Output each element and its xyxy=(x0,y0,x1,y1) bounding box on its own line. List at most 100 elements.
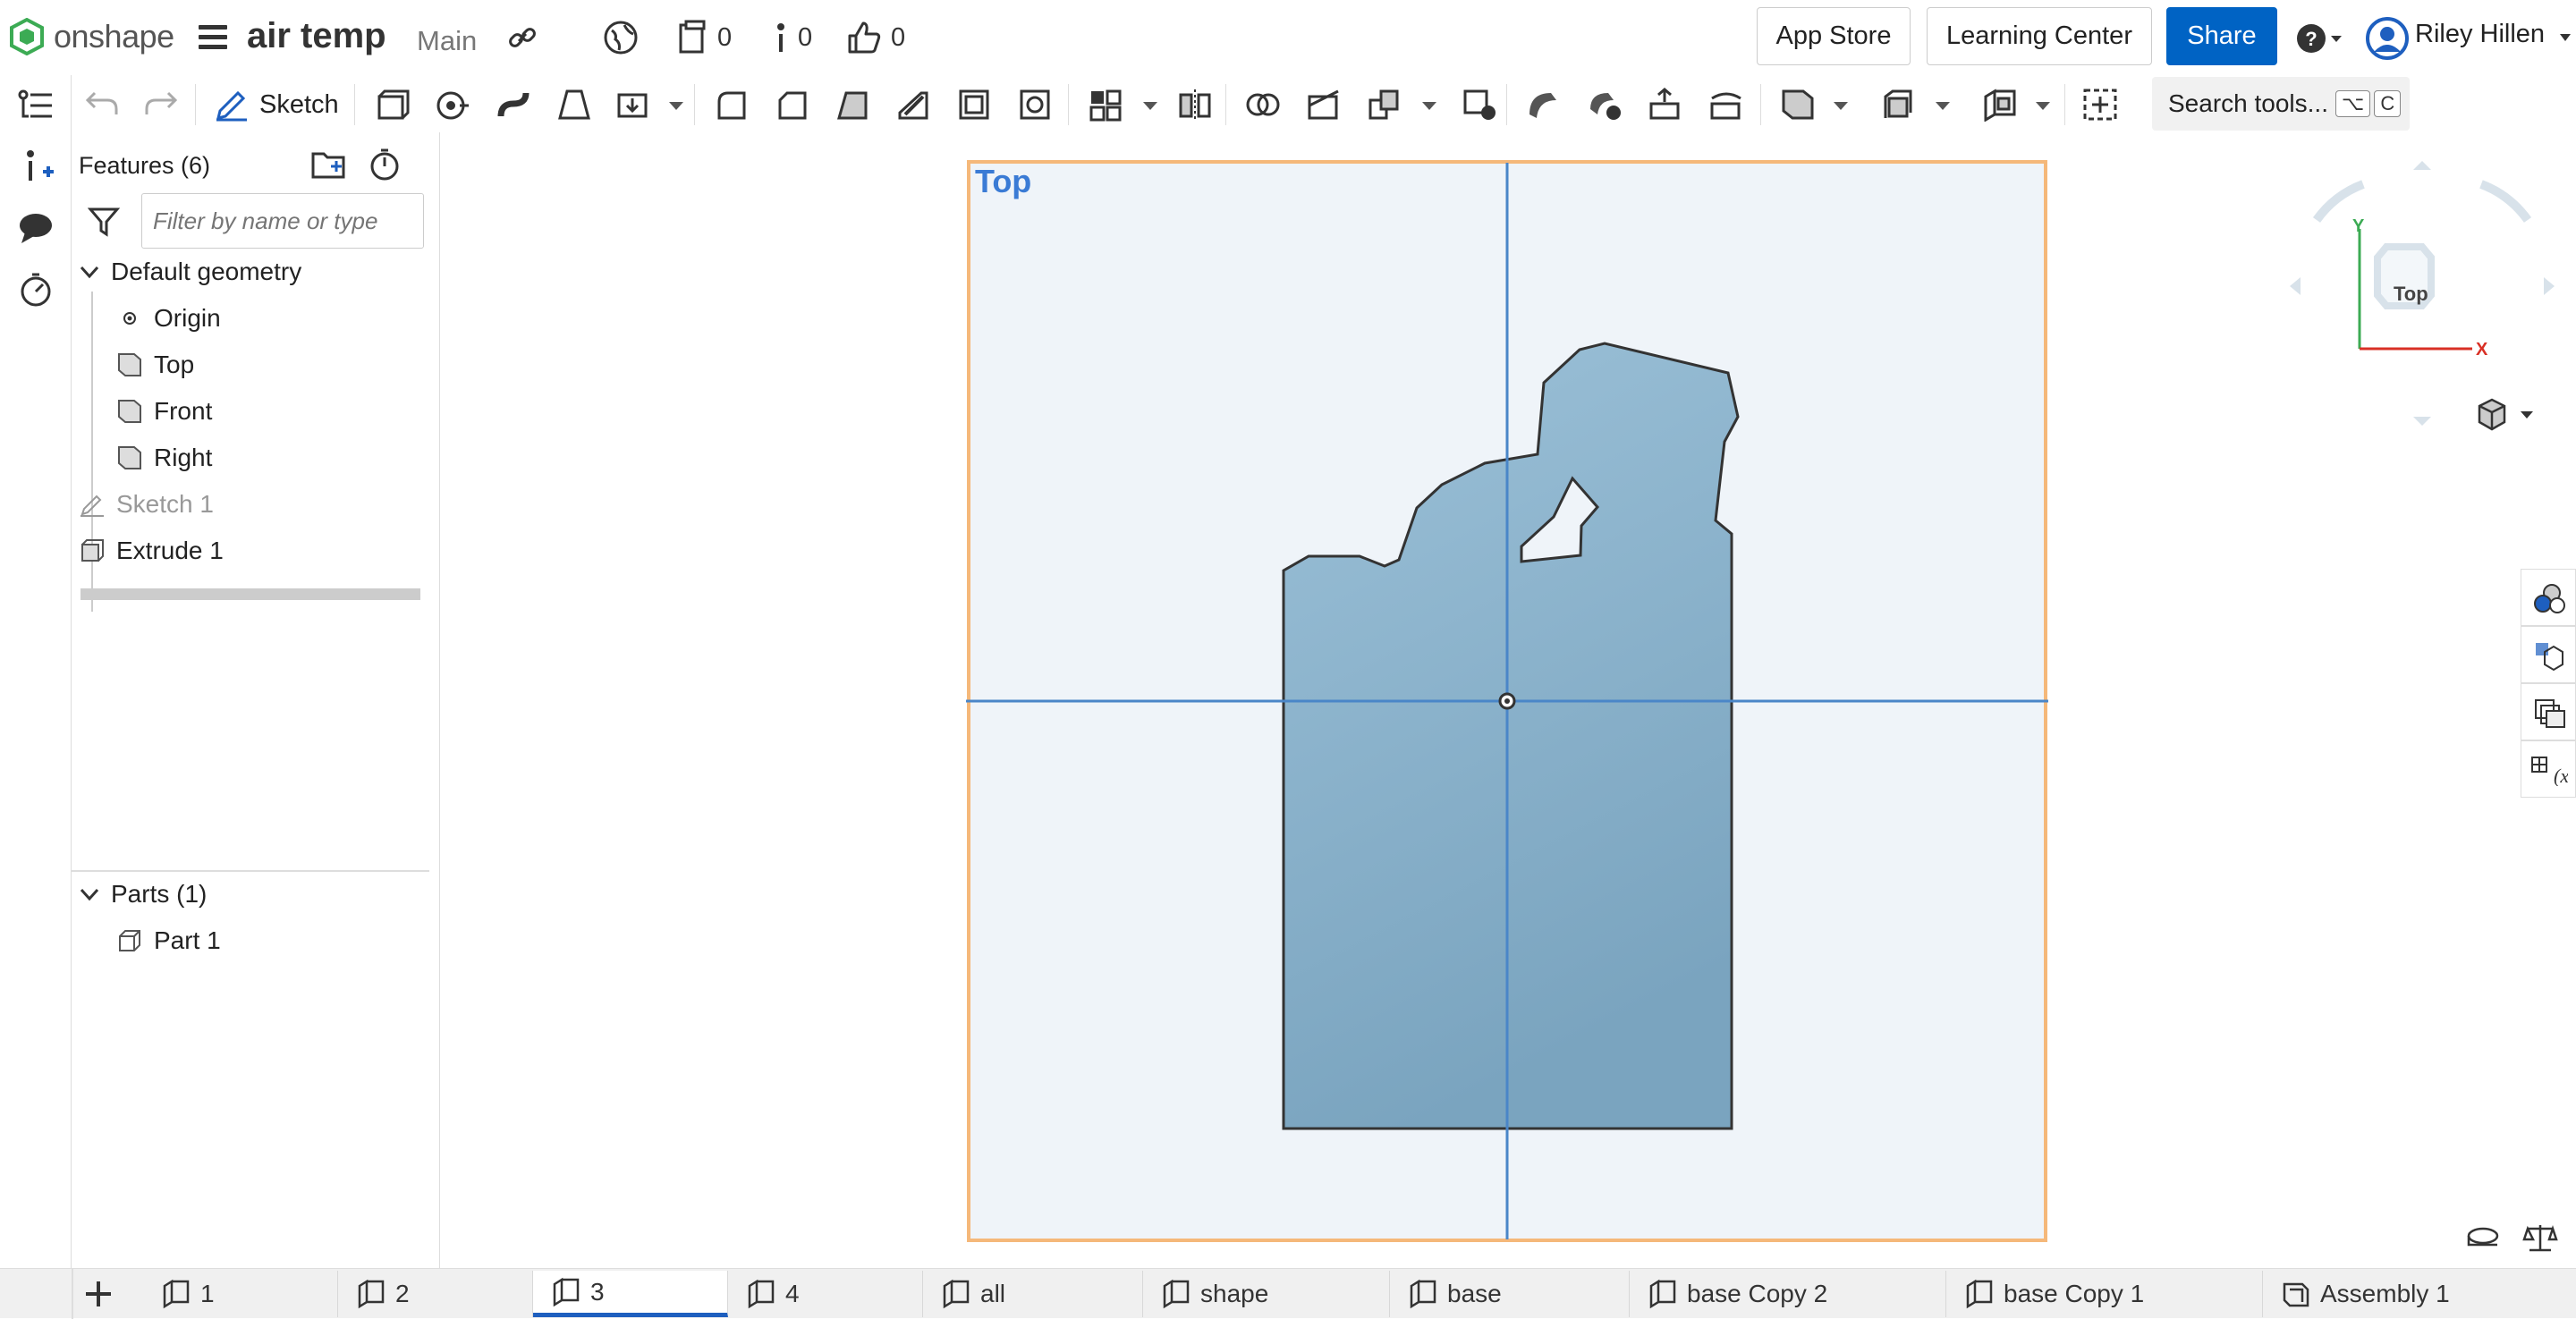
viewport-svg[interactable] xyxy=(966,159,2048,1243)
rotate-down-arrow-icon[interactable] xyxy=(2413,417,2431,426)
plane-label: Top xyxy=(975,163,1032,199)
tab-assembly-1[interactable]: Assembly 1 xyxy=(2263,1271,2576,1317)
view-cube-face-label[interactable]: Top xyxy=(2394,283,2428,306)
sketch-button[interactable]: Sketch xyxy=(215,84,339,125)
tab-shape[interactable]: shape xyxy=(1143,1271,1390,1317)
revolve-icon[interactable] xyxy=(435,88,470,122)
insert-variable-icon[interactable] xyxy=(16,147,55,186)
help-icon[interactable]: ? xyxy=(2295,21,2343,55)
linear-pattern-icon[interactable] xyxy=(1088,88,1123,122)
history-timer-icon[interactable] xyxy=(16,270,55,309)
tree-item-part-1[interactable]: Part 1 xyxy=(116,921,221,960)
info-button[interactable]: 0 xyxy=(773,18,812,57)
tab-3[interactable]: 3 xyxy=(533,1271,728,1317)
tab-base-copy-1[interactable]: base Copy 1 xyxy=(1946,1271,2263,1317)
variables-button[interactable]: (x) xyxy=(2521,740,2576,798)
share-button[interactable]: Share xyxy=(2166,7,2277,65)
public-globe-icon[interactable] xyxy=(603,20,639,55)
tree-item-origin[interactable]: Origin xyxy=(116,299,221,338)
avatar-icon[interactable] xyxy=(2365,16,2410,61)
dropdown-chevron-icon[interactable] xyxy=(669,102,683,110)
rotate-left-arrow-icon[interactable] xyxy=(2290,277,2301,295)
search-tools-button[interactable]: Search tools... ⌥ C xyxy=(2152,77,2410,131)
dropdown-chevron-icon[interactable] xyxy=(1143,102,1157,110)
tree-item-top[interactable]: Top xyxy=(116,345,194,385)
chevron-down-icon[interactable] xyxy=(79,881,100,908)
parts-group[interactable]: Parts (1) xyxy=(79,875,207,914)
add-tab-icon[interactable] xyxy=(84,1280,113,1308)
tree-item-front[interactable]: Front xyxy=(116,392,212,431)
move-face-icon[interactable] xyxy=(1648,88,1683,122)
filter-icon[interactable] xyxy=(88,206,120,238)
document-title[interactable]: air temp xyxy=(247,16,386,56)
tab-1[interactable]: 1 xyxy=(143,1271,338,1317)
delete-face-icon[interactable] xyxy=(1587,88,1623,122)
sheet-metal-icon[interactable] xyxy=(1880,88,1916,122)
chamfer-icon[interactable] xyxy=(775,88,810,122)
fillet-icon[interactable] xyxy=(714,88,750,122)
plane-icon[interactable] xyxy=(1780,88,1816,122)
tree-item-extrude-1[interactable]: Extrude 1 xyxy=(79,531,224,571)
loft-icon[interactable] xyxy=(556,88,592,122)
rib-icon[interactable] xyxy=(896,88,932,122)
units-icon[interactable] xyxy=(2465,1225,2501,1252)
menu-icon[interactable] xyxy=(199,25,227,50)
tab-4[interactable]: 4 xyxy=(728,1271,923,1317)
delete-part-icon[interactable] xyxy=(1462,88,1497,122)
toolbar-separator xyxy=(2064,84,2065,125)
transform-icon[interactable] xyxy=(1367,88,1402,122)
app-store-button[interactable]: App Store xyxy=(1757,7,1911,65)
like-button[interactable]: 0 xyxy=(846,18,905,57)
onshape-logo-icon[interactable] xyxy=(9,18,45,55)
versions-button[interactable]: 0 xyxy=(678,18,732,57)
redo-icon[interactable] xyxy=(143,88,179,122)
dropdown-chevron-icon[interactable] xyxy=(1936,102,1950,110)
draft-icon[interactable] xyxy=(835,88,871,122)
tab-base-copy-2[interactable]: base Copy 2 xyxy=(1630,1271,1946,1317)
tab-all[interactable]: all xyxy=(923,1271,1143,1317)
view-options-icon[interactable] xyxy=(2476,397,2540,433)
rollback-timer-icon[interactable] xyxy=(367,147,402,182)
modify-fillet-icon[interactable] xyxy=(1526,88,1562,122)
new-folder-icon[interactable] xyxy=(311,148,347,181)
dropdown-chevron-icon[interactable] xyxy=(1422,102,1436,110)
boolean-icon[interactable] xyxy=(1245,88,1281,122)
appearance-panel-button[interactable] xyxy=(2521,569,2576,626)
extrude-icon xyxy=(81,539,104,562)
thicken-icon[interactable] xyxy=(615,88,651,122)
shell-icon[interactable] xyxy=(957,88,993,122)
link-icon[interactable] xyxy=(506,21,538,54)
chevron-down-icon[interactable] xyxy=(79,258,100,285)
sweep-icon[interactable] xyxy=(496,88,531,122)
feature-list-icon[interactable] xyxy=(16,86,55,125)
hole-icon[interactable] xyxy=(1018,88,1054,122)
tree-item-sketch-1[interactable]: Sketch 1 xyxy=(79,485,214,524)
user-menu-chevron-icon[interactable] xyxy=(2558,32,2572,43)
mass-properties-button[interactable] xyxy=(2521,626,2576,683)
rotate-right-arrow-icon[interactable] xyxy=(2544,277,2555,295)
balance-scale-icon[interactable] xyxy=(2522,1222,2558,1254)
rotate-up-arrow-icon[interactable] xyxy=(2413,161,2431,170)
default-geometry-group[interactable]: Default geometry xyxy=(79,252,301,292)
tree-item-right[interactable]: Right xyxy=(116,438,212,478)
undo-icon[interactable] xyxy=(84,88,120,122)
part-studio-icon xyxy=(943,1279,970,1309)
extrude-icon[interactable] xyxy=(374,88,410,122)
dropdown-chevron-icon[interactable] xyxy=(2036,102,2050,110)
branch-name[interactable]: Main xyxy=(417,25,477,57)
feature-filter-input[interactable] xyxy=(141,193,424,249)
dropdown-chevron-icon[interactable] xyxy=(1834,102,1848,110)
mirror-icon[interactable] xyxy=(1177,88,1213,122)
comments-icon[interactable] xyxy=(16,207,55,247)
brand-name[interactable]: onshape xyxy=(54,18,174,55)
tab-base[interactable]: base xyxy=(1390,1271,1630,1317)
rollback-bar[interactable] xyxy=(80,588,420,600)
tab-2[interactable]: 2 xyxy=(338,1271,533,1317)
learning-center-button[interactable]: Learning Center xyxy=(1927,7,2152,65)
part-studio-icon[interactable] xyxy=(1982,88,2018,122)
split-icon[interactable] xyxy=(1306,88,1342,122)
add-custom-feature-icon[interactable] xyxy=(2082,88,2118,122)
configuration-button[interactable] xyxy=(2521,683,2576,740)
replace-face-icon[interactable] xyxy=(1708,88,1744,122)
user-name[interactable]: Riley Hillen xyxy=(2415,20,2545,49)
